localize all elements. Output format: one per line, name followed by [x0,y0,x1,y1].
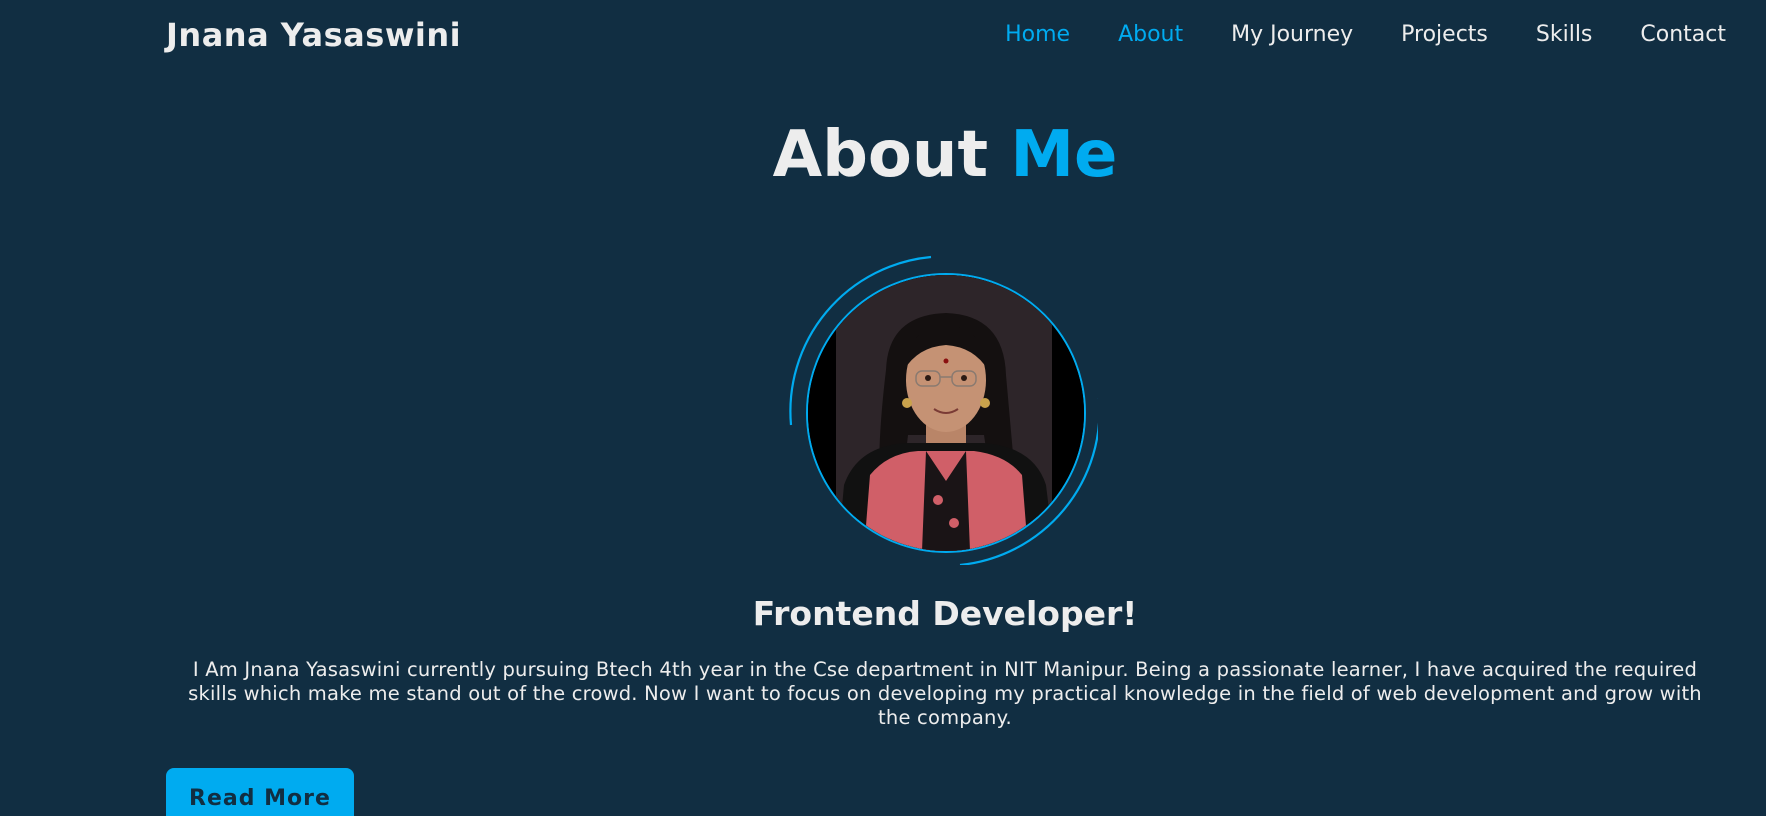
role-heading: Frontend Developer! [752,594,1138,633]
nav-my-journey-link[interactable]: My Journey [1231,22,1353,47]
main-nav: Home About My Journey Projects Skills Co… [957,22,1726,47]
site-logo[interactable]: Jnana Yasaswini [166,16,461,54]
nav-contact-link[interactable]: Contact [1640,22,1726,47]
portrait-illustration [808,275,1084,551]
section-title-accent: Me [1010,118,1118,192]
nav-about-link[interactable]: About [1118,22,1183,47]
profile-photo [806,273,1086,553]
site-header: Jnana Yasaswini Home About My Journey Pr… [0,0,1766,76]
nav-skills-link[interactable]: Skills [1536,22,1593,47]
read-more-button[interactable]: Read More [166,768,354,816]
bio-paragraph: I Am Jnana Yasaswini currently pursuing … [188,658,1702,729]
page: Jnana Yasaswini Home About My Journey Pr… [0,0,1766,816]
section-title: About Me [0,118,1766,192]
section-title-main: About [772,118,989,192]
nav-projects-link[interactable]: Projects [1401,22,1488,47]
profile-photo-frame [788,255,1098,565]
nav-home-link[interactable]: Home [1005,22,1070,47]
